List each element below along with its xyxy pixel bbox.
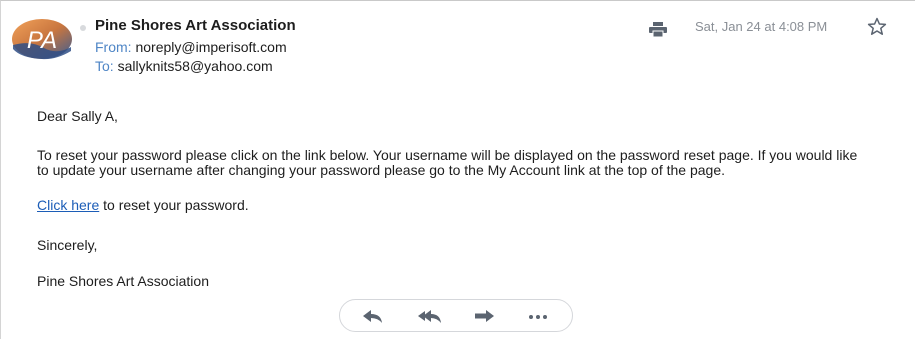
from-line: From: noreply@imperisoft.com [95, 39, 287, 55]
avatar-initials: PA [27, 27, 57, 54]
email-signature: Pine Shores Art Association [37, 273, 209, 289]
from-address[interactable]: noreply@imperisoft.com [135, 39, 286, 55]
reply-icon[interactable] [360, 307, 386, 325]
to-address[interactable]: sallyknits58@yahoo.com [118, 58, 273, 74]
email-message-pane: PA Pine Shores Art Association From: nor… [0, 0, 915, 339]
reset-instruction: Click here to reset your password. [37, 197, 249, 213]
sender-avatar[interactable]: PA [11, 18, 73, 60]
reset-password-link[interactable]: Click here [37, 197, 99, 213]
email-signoff: Sincerely, [37, 237, 98, 253]
presence-dot [80, 25, 86, 31]
to-label: To: [95, 58, 114, 74]
message-action-bar [339, 299, 573, 332]
more-icon[interactable] [525, 307, 551, 325]
forward-icon[interactable] [472, 307, 498, 325]
reset-link-suffix: to reset your password. [99, 197, 249, 213]
to-line: To: sallyknits58@yahoo.com [95, 58, 273, 74]
reply-all-icon[interactable] [416, 307, 442, 325]
from-label: From: [95, 39, 132, 55]
message-date: Sat, Jan 24 at 4:08 PM [695, 19, 828, 34]
sender-name[interactable]: Pine Shores Art Association [95, 17, 296, 34]
star-icon[interactable] [867, 17, 887, 36]
print-icon[interactable] [649, 22, 667, 37]
email-greeting: Dear Sally A, [37, 108, 118, 124]
email-paragraph: To reset your password please click on t… [37, 147, 858, 178]
